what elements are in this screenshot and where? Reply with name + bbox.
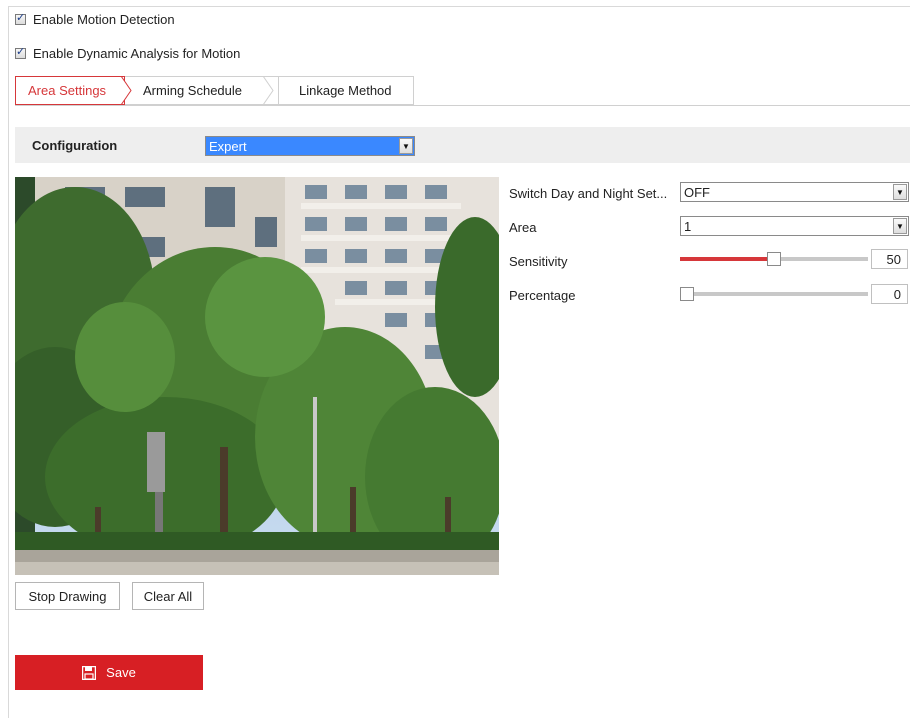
enable-dynamic-analysis-checkbox[interactable]: ✓ (15, 44, 26, 59)
tab-bar: Area Settings Arming Schedule Linkage Me… (15, 76, 414, 105)
enable-dynamic-analysis-row[interactable]: ✓ Enable Dynamic Analysis for Motion (15, 44, 240, 62)
camera-scene-image (15, 177, 499, 575)
left-divider (8, 6, 9, 718)
tab-area-settings-label: Area Settings (28, 83, 107, 98)
enable-dynamic-analysis-label: Enable Dynamic Analysis for Motion (33, 45, 241, 61)
tabs-underline (15, 105, 910, 106)
dropdown-arrow-icon[interactable]: ▼ (893, 184, 907, 200)
stop-drawing-label: Stop Drawing (28, 588, 107, 604)
tab-arming-schedule[interactable]: Arming Schedule (125, 76, 279, 105)
dropdown-arrow-icon[interactable]: ▼ (399, 138, 413, 154)
sensitivity-value: 50 (886, 252, 901, 267)
configuration-bar: Configuration Expert ▼ (15, 127, 910, 163)
save-button[interactable]: Save (15, 655, 203, 690)
switch-day-night-label: Switch Day and Night Set... (509, 186, 668, 201)
video-preview[interactable] (15, 177, 499, 575)
percentage-value-box[interactable]: 0 (871, 284, 908, 304)
checkmark-icon: ✓ (16, 44, 26, 58)
switch-day-night-value: OFF (684, 185, 710, 200)
area-label: Area (509, 220, 537, 235)
percentage-slider-track[interactable] (680, 292, 868, 296)
clear-all-button[interactable]: Clear All (132, 582, 204, 610)
enable-motion-detection-row[interactable]: ✓ Enable Motion Detection (15, 10, 175, 28)
enable-motion-detection-label: Enable Motion Detection (33, 11, 175, 27)
stop-drawing-button[interactable]: Stop Drawing (15, 582, 120, 610)
area-select[interactable]: 1 ▼ (680, 216, 909, 236)
enable-motion-detection-checkbox[interactable]: ✓ (15, 10, 26, 25)
save-label: Save (106, 665, 136, 680)
dropdown-arrow-icon[interactable]: ▼ (893, 218, 907, 234)
configuration-label: Configuration (32, 138, 118, 153)
percentage-value: 0 (893, 287, 901, 302)
tab-area-settings[interactable]: Area Settings (15, 76, 125, 105)
sensitivity-value-box[interactable]: 50 (871, 249, 908, 269)
tab-linkage-method[interactable]: Linkage Method (279, 76, 414, 105)
checkmark-icon: ✓ (16, 10, 26, 24)
configuration-value: Expert (209, 139, 247, 154)
top-divider (8, 6, 910, 7)
sensitivity-slider-fill (680, 257, 767, 261)
configuration-select[interactable]: Expert ▼ (205, 136, 415, 156)
tab-arming-schedule-label: Arming Schedule (143, 83, 242, 98)
tab-chevron-icon (121, 76, 132, 105)
switch-day-night-select[interactable]: OFF ▼ (680, 182, 909, 202)
save-icon (82, 665, 97, 680)
tab-linkage-method-label: Linkage Method (299, 83, 392, 98)
area-value: 1 (684, 219, 692, 234)
clear-all-label: Clear All (143, 588, 193, 604)
percentage-label: Percentage (509, 288, 576, 303)
percentage-slider-thumb[interactable] (680, 287, 694, 301)
sensitivity-label: Sensitivity (509, 254, 568, 269)
sensitivity-slider-thumb[interactable] (767, 252, 781, 266)
tab-chevron-icon (263, 76, 274, 105)
page-frame: ✓ Enable Motion Detection ✓ Enable Dynam… (0, 0, 910, 718)
